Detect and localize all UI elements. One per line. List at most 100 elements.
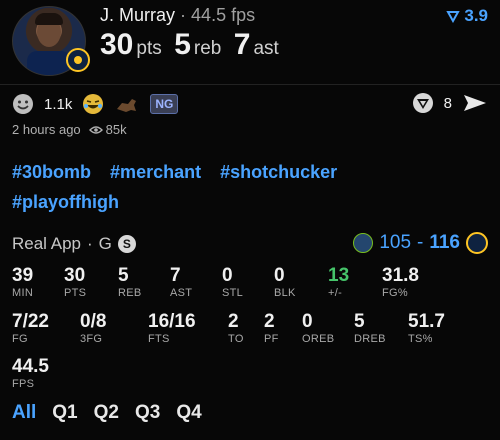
tab-q2[interactable]: Q2 [94,402,119,424]
stat-value: 30 [64,265,86,286]
timberwolves-logo-icon [353,233,374,253]
stat-label: AST [170,287,193,299]
stat-label: PTS [64,287,87,299]
stat-value: 39 [12,265,34,286]
s-badge: S [117,235,136,253]
stat-value: 0 [222,265,233,286]
stat-ast: 7 AST [170,265,192,299]
stat-value: 2 [264,311,275,332]
jersey-shape [27,51,71,75]
stat-label: REB [118,287,142,299]
stat-reb: 5 REB [118,265,142,299]
odds-badge[interactable]: 3.9 [446,6,488,26]
quarter-tabs: All Q1 Q2 Q3 Q4 [12,402,202,424]
hashtag-link[interactable]: #30bomb [12,162,91,182]
stat-pf: 2 PF [264,311,279,345]
prediction-logo-icon[interactable] [412,92,434,114]
stat-label: FPS [12,378,35,390]
view-count: 85k [105,122,127,137]
reactions-row: 1.1k NG [12,92,179,116]
stat-fg-pct: 31.8 FG% [382,265,419,299]
player-name[interactable]: J. Murray [100,5,175,25]
pts-label: pts [136,38,162,59]
views: 85k [88,122,127,137]
stat-value: 5 [118,265,129,286]
stat-label: 3FG [80,333,103,345]
stat-label: FTS [148,333,170,345]
ng-badge[interactable]: NG [150,94,179,114]
horse-sticker-icon[interactable] [114,93,140,115]
stat-label: FG% [382,287,408,299]
odds-arrow-icon [446,11,461,23]
stat-value: 16/16 [148,311,196,332]
hashtag-link[interactable]: #merchant [110,162,201,182]
stat-value: 2 [228,311,239,332]
stat-fps: 44.5 FPS [12,356,49,390]
tab-all[interactable]: All [12,402,36,424]
stat-3fg: 0/8 3FG [80,311,106,345]
stat-value: 5 [354,311,365,332]
hair-shape [35,13,63,25]
stat-fts: 16/16 FTS [148,311,196,345]
share-count: 8 [443,94,452,112]
header-divider [0,84,500,85]
odds-value: 3.9 [464,6,488,25]
stat-oreb: 0 OREB [302,311,334,345]
stat-min: 39 MIN [12,265,33,299]
stat-blk: 0 BLK [274,265,296,299]
stat-value: 0 [274,265,285,286]
source-line: Real App · G S [12,234,136,254]
nuggets-logo-icon [466,232,488,254]
post-meta: 2 hours ago 85k [12,122,127,137]
stat-ts-pct: 51.7 TS% [408,311,445,345]
score-dash: - [417,232,424,253]
tab-q4[interactable]: Q4 [176,402,201,424]
stat-value: 31.8 [382,265,419,286]
stat-label: OREB [302,333,335,345]
smile-icon[interactable] [12,93,34,115]
separator-dot: · [180,5,187,25]
stat-label: MIN [12,287,34,299]
stat-stl: 0 STL [222,265,243,299]
stat-value: 0/8 [80,311,107,332]
send-icon[interactable] [462,92,488,114]
stat-dreb: 5 DREB [354,311,386,345]
stat-label: +/- [328,287,343,299]
stat-plus-minus: 13 +/- [328,265,349,299]
player-line: J. Murray · 44.5 fps [100,5,255,26]
stat-value: 13 [328,265,350,286]
tab-q3[interactable]: Q3 [135,402,160,424]
prop-line: 44.5 fps [191,5,256,25]
stat-label: STL [222,287,244,299]
stat-label: TS% [408,333,433,345]
stat-value: 7 [170,265,181,286]
ast-label: ast [253,38,279,59]
ast-value: 7 [233,28,251,61]
stat-value: 0 [302,311,313,332]
laughing-emoji-icon[interactable] [82,93,104,115]
game-score[interactable]: 105-116 [353,232,488,254]
stat-value: 44.5 [12,356,49,377]
reb-label: reb [193,38,222,59]
hashtag-link[interactable]: #playoffhigh [12,192,119,212]
stat-summary: 30 pts 5 reb 7 ast [100,28,287,62]
score-right: 116 [429,232,460,253]
source-app[interactable]: Real App [12,234,81,254]
hashtags: #30bomb #merchant #shotchucker #playoffh… [12,157,492,217]
stat-to: 2 TO [228,311,244,345]
stat-value: 7/22 [12,311,49,332]
stat-label: PF [264,333,279,345]
reaction-count: 1.1k [44,95,73,113]
tab-q1[interactable]: Q1 [52,402,77,424]
time-ago: 2 hours ago [12,122,81,137]
nuggets-logo-icon [66,48,90,72]
source-separator: · [87,234,93,253]
reb-value: 5 [174,28,191,61]
stat-label: FG [12,333,28,345]
stat-value: 51.7 [408,311,445,332]
hashtag-link[interactable]: #shotchucker [220,162,337,182]
pts-value: 30 [100,28,134,61]
stat-fg: 7/22 FG [12,311,49,345]
post-actions: 8 [412,92,488,114]
stat-label: BLK [274,287,296,299]
